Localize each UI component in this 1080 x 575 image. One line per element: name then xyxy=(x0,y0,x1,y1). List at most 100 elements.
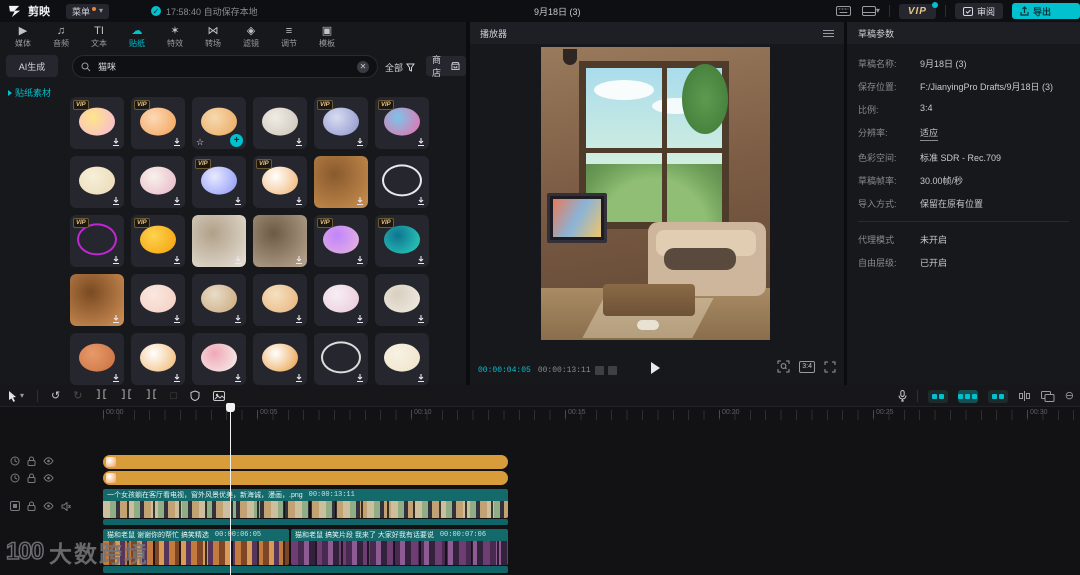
download-icon[interactable] xyxy=(355,137,365,147)
sticker-item[interactable] xyxy=(131,274,185,326)
review-button[interactable]: 审阅 xyxy=(954,3,1003,19)
sticker-item[interactable]: VIP xyxy=(375,97,429,149)
toggle-visibility-icon[interactable] xyxy=(43,457,54,465)
record-voiceover-icon[interactable] xyxy=(898,390,907,402)
timeline-ruler[interactable]: 00:00 00:05 00:10 00:15 00:20 00:25 00:30 xyxy=(0,407,1080,422)
filter-all-button[interactable]: 全部 xyxy=(385,58,415,76)
toolbar-tab-media[interactable]: ▶ 媒体 xyxy=(4,25,42,49)
download-icon[interactable] xyxy=(172,314,182,324)
download-icon[interactable] xyxy=(233,314,243,324)
menu-button[interactable]: 菜单 ▾ xyxy=(66,3,110,19)
sticker-item[interactable] xyxy=(314,333,368,385)
export-frame-button[interactable] xyxy=(213,390,226,401)
download-icon[interactable] xyxy=(233,255,243,265)
overlay-audio-strip[interactable] xyxy=(103,566,508,573)
download-icon[interactable] xyxy=(111,137,121,147)
sticker-item[interactable]: ☆ + xyxy=(192,97,246,149)
download-icon[interactable] xyxy=(172,255,182,265)
ai-generate-button[interactable]: AI生成 xyxy=(6,55,58,77)
sticker-item[interactable] xyxy=(253,215,307,267)
auto-snap-toggle[interactable] xyxy=(957,389,978,403)
download-icon[interactable] xyxy=(111,255,121,265)
sticker-item[interactable]: VIP xyxy=(70,215,124,267)
sticker-item[interactable] xyxy=(192,215,246,267)
sticker-item[interactable] xyxy=(253,274,307,326)
preview-quality-icon[interactable] xyxy=(594,365,604,375)
undo-button[interactable]: ↺ xyxy=(51,390,60,402)
lock-track-icon[interactable] xyxy=(27,473,36,483)
split-left-button[interactable]: ][ xyxy=(120,390,132,402)
sticker-item[interactable]: VIP xyxy=(375,215,429,267)
sticker-item[interactable]: VIP xyxy=(314,97,368,149)
toolbar-tab-filter[interactable]: ◈ 滤镜 xyxy=(232,25,270,49)
download-icon[interactable] xyxy=(355,314,365,324)
mute-track-icon[interactable] xyxy=(61,501,71,511)
main-clip-audio-strip[interactable] xyxy=(103,519,508,525)
split-right-button[interactable]: ][ xyxy=(145,390,157,402)
sidebar-item-sticker-material[interactable]: 贴纸素材 xyxy=(8,86,51,99)
download-icon[interactable] xyxy=(416,314,426,324)
sticker-item[interactable] xyxy=(253,97,307,149)
toolbar-tab-effects[interactable]: ✶ 特效 xyxy=(156,25,194,49)
param-value[interactable]: 适应 xyxy=(920,126,939,141)
aspect-ratio-button[interactable]: 3:4 xyxy=(799,360,815,373)
toolbar-tab-template[interactable]: ▣ 模板 xyxy=(308,25,346,49)
main-video-clip[interactable]: 一个女孩躺在客厅看电视，窗外风景优美，新海诚，漫画，.png 00:00:13:… xyxy=(103,489,508,518)
toggle-visibility-icon[interactable] xyxy=(43,502,54,510)
hide-track-clock-icon[interactable] xyxy=(10,473,20,483)
sticker-clip-2[interactable] xyxy=(103,471,508,485)
sticker-item[interactable]: VIP xyxy=(70,97,124,149)
sticker-item[interactable] xyxy=(375,156,429,208)
fullscreen-icon[interactable] xyxy=(824,361,836,373)
sticker-item[interactable] xyxy=(70,156,124,208)
sticker-item[interactable]: VIP xyxy=(314,215,368,267)
export-button[interactable]: 导出 xyxy=(1012,3,1080,19)
download-icon[interactable] xyxy=(233,196,243,206)
clear-search-icon[interactable]: ✕ xyxy=(357,60,369,73)
sticker-item[interactable] xyxy=(70,274,124,326)
sticker-item[interactable] xyxy=(131,156,185,208)
play-button[interactable] xyxy=(651,362,660,374)
redo-button[interactable]: ↻ xyxy=(73,390,82,402)
sticker-item[interactable] xyxy=(131,333,185,385)
sticker-item[interactable] xyxy=(314,156,368,208)
player-menu-icon[interactable] xyxy=(823,29,834,37)
sticker-search[interactable]: ✕ xyxy=(72,55,378,78)
favorite-star-icon[interactable]: ☆ xyxy=(196,137,204,147)
sticker-clip-1[interactable] xyxy=(103,455,508,469)
search-input[interactable] xyxy=(96,60,357,73)
shortcut-keyboard-icon[interactable] xyxy=(835,4,853,18)
toolbar-tab-adjust[interactable]: ≡ 调节 xyxy=(270,25,308,49)
toolbar-tab-transition[interactable]: ⋈ 转场 xyxy=(194,25,232,49)
download-icon[interactable] xyxy=(172,373,182,383)
linkage-toggle[interactable] xyxy=(987,389,1008,403)
mask-button[interactable] xyxy=(190,390,200,401)
playhead-line[interactable] xyxy=(230,403,231,575)
timeline-fit-icon[interactable] xyxy=(1040,390,1055,402)
lock-track-icon[interactable] xyxy=(27,456,36,466)
shop-button[interactable]: 商店 xyxy=(426,55,466,78)
download-icon[interactable] xyxy=(416,137,426,147)
split-button[interactable]: ][ xyxy=(95,390,107,402)
sticker-item[interactable] xyxy=(314,274,368,326)
download-icon[interactable] xyxy=(355,373,365,383)
sticker-item[interactable] xyxy=(70,333,124,385)
render-quality-icon[interactable] xyxy=(777,360,790,373)
download-icon[interactable] xyxy=(355,255,365,265)
toolbar-tab-audio[interactable]: ♫ 音频 xyxy=(42,25,80,49)
sticker-item[interactable]: VIP xyxy=(131,97,185,149)
download-icon[interactable] xyxy=(111,373,121,383)
sticker-item[interactable] xyxy=(192,333,246,385)
toolbar-tab-text[interactable]: TI 文本 xyxy=(80,25,118,49)
add-sticker-button[interactable]: + xyxy=(230,134,243,147)
toolbar-tab-sticker[interactable]: ☁ 贴纸 xyxy=(118,25,156,49)
lock-track-icon[interactable] xyxy=(27,501,36,511)
sticker-item[interactable] xyxy=(375,333,429,385)
download-icon[interactable] xyxy=(294,373,304,383)
download-icon[interactable] xyxy=(172,196,182,206)
cover-icon[interactable] xyxy=(10,501,20,511)
download-icon[interactable] xyxy=(355,196,365,206)
download-icon[interactable] xyxy=(416,255,426,265)
download-icon[interactable] xyxy=(172,137,182,147)
download-icon[interactable] xyxy=(416,196,426,206)
